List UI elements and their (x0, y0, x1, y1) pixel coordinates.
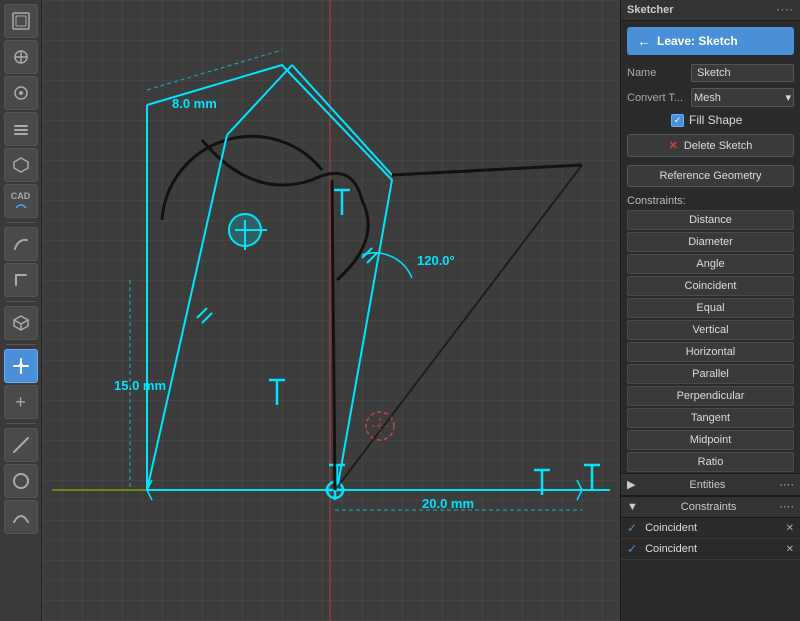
constraint-diameter[interactable]: Diameter (627, 232, 794, 252)
toolbar-btn-cad[interactable]: CAD (4, 184, 38, 218)
dim-20mm: 20.0 mm (422, 496, 474, 511)
name-value[interactable]: Sketch (691, 64, 794, 82)
check-icon-2: ✓ (627, 542, 637, 556)
close-icon-1[interactable]: ✕ (786, 523, 794, 534)
back-arrow-icon: ← (637, 33, 651, 49)
toolbar-btn-arc[interactable] (4, 500, 38, 534)
dim-15mm: 15.0 mm (114, 378, 166, 393)
constraint-ratio[interactable]: Ratio (627, 452, 794, 472)
constraint-parallel[interactable]: Parallel (627, 364, 794, 384)
sketcher-header[interactable]: Sketcher ···· (621, 0, 800, 21)
name-label: Name (627, 67, 687, 79)
constraint-midpoint[interactable]: Midpoint (627, 430, 794, 450)
dim-8mm: 8.0 mm (172, 96, 217, 111)
fill-shape-row: ✓ Fill Shape (621, 110, 800, 130)
chevron-down-icon: ▾ (785, 91, 791, 104)
toolbar-btn-line[interactable] (4, 428, 38, 462)
canvas-area[interactable]: 8.0 mm 15.0 mm 20.0 mm 120.0° (42, 0, 620, 621)
right-panel: Sketcher ···· ← Leave: Sketch Name Sketc… (620, 0, 800, 621)
toolbar-btn-select[interactable] (4, 4, 38, 38)
convert-select[interactable]: Mesh ▾ (691, 88, 794, 107)
toolbar-btn-curve[interactable] (4, 227, 38, 261)
toolbar-sep-2 (6, 301, 36, 302)
constraints-bottom-header[interactable]: ▼ Constraints ···· (621, 496, 800, 518)
bottom-constraint-row-2: ✓ Coincident ✕ (621, 539, 800, 560)
reference-geometry-button[interactable]: Reference Geometry (627, 165, 794, 187)
toolbar-btn-move[interactable] (4, 40, 38, 74)
toolbar-btn-circle[interactable] (4, 464, 38, 498)
sketcher-title: Sketcher (627, 4, 673, 16)
toolbar-btn-transform[interactable] (4, 349, 38, 383)
constraint-vertical[interactable]: Vertical (627, 320, 794, 340)
constraints-label: Constraints: (621, 191, 800, 209)
convert-row: Convert T... Mesh ▾ (621, 85, 800, 110)
convert-label: Convert T... (627, 92, 687, 104)
constraint-tangent[interactable]: Tangent (627, 408, 794, 428)
constraints-bottom-label: Constraints (681, 501, 737, 513)
bottom-constraint-label-2: Coincident (641, 543, 782, 555)
toolbar-btn-3d[interactable] (4, 306, 38, 340)
constraint-angle[interactable]: Angle (627, 254, 794, 274)
close-icon-2[interactable]: ✕ (786, 544, 794, 555)
name-row: Name Sketch (621, 61, 800, 85)
leave-sketch-button[interactable]: ← Leave: Sketch (627, 27, 794, 55)
entities-dots: ···· (779, 479, 794, 491)
sketch-canvas[interactable]: 8.0 mm 15.0 mm 20.0 mm 120.0° (42, 0, 620, 621)
leave-sketch-label: Leave: Sketch (657, 34, 738, 48)
toolbar-sep-4 (6, 423, 36, 424)
dim-120deg: 120.0° (417, 253, 455, 268)
bottom-constraint-label-1: Coincident (641, 522, 782, 534)
toolbar-btn-add[interactable]: + (4, 385, 38, 419)
toolbar-btn-layers[interactable] (4, 112, 38, 146)
check-icon-1: ✓ (627, 521, 637, 535)
left-toolbar: CAD + (0, 0, 42, 621)
constraint-distance[interactable]: Distance (627, 210, 794, 230)
toolbar-btn-object[interactable] (4, 148, 38, 182)
ref-geom-label: Reference Geometry (659, 170, 761, 182)
entities-label: Entities (689, 479, 725, 491)
constraint-coincident[interactable]: Coincident (627, 276, 794, 296)
entities-chevron-icon: ▶ (627, 478, 635, 491)
fill-shape-checkbox[interactable]: ✓ (671, 114, 684, 127)
constraint-perpendicular[interactable]: Perpendicular (627, 386, 794, 406)
constraints-chevron-icon: ▼ (627, 501, 638, 513)
delete-label: Delete Sketch (684, 140, 752, 152)
constraint-equal[interactable]: Equal (627, 298, 794, 318)
convert-value: Mesh (694, 92, 721, 104)
x-icon: ✕ (669, 139, 678, 152)
toolbar-sep-1 (6, 222, 36, 223)
constraints-bottom-dots: ···· (779, 501, 794, 513)
sketcher-dots: ···· (777, 5, 794, 16)
toolbar-btn-corner[interactable] (4, 263, 38, 297)
delete-sketch-button[interactable]: ✕ Delete Sketch (627, 134, 794, 157)
constraint-horizontal[interactable]: Horizontal (627, 342, 794, 362)
cad-label: CAD (11, 192, 31, 201)
fill-shape-label: Fill Shape (689, 113, 742, 127)
toolbar-btn-view[interactable] (4, 76, 38, 110)
toolbar-sep-3 (6, 344, 36, 345)
entities-section-header[interactable]: ▶ Entities ···· (621, 473, 800, 496)
bottom-constraint-row-1: ✓ Coincident ✕ (621, 518, 800, 539)
